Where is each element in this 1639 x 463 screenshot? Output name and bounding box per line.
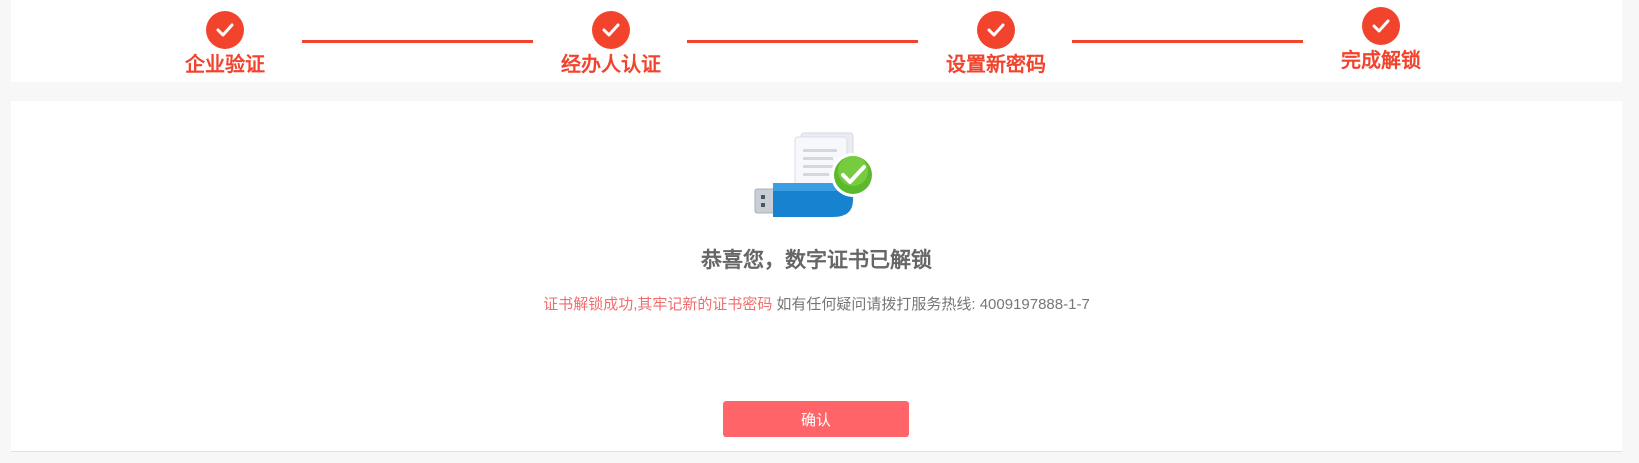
result-message: 证书解锁成功,其牢记新的证书密码 如有任何疑问请拨打服务热线: 400919788… [11,295,1622,315]
step-set-new-password: 设置新密码 [916,11,1076,77]
step-complete-badge [206,11,244,49]
step-operator-authentication: 经办人认证 [531,11,691,77]
success-title: 恭喜您，数字证书已解锁 [701,249,932,272]
step-connector [687,40,918,43]
unlock-success-notice: 证书解锁成功,其牢记新的证书密码 [543,296,773,313]
check-icon [987,23,1005,37]
step-complete-badge [592,11,630,49]
step-complete-badge [1362,7,1400,45]
step-connector [1072,40,1303,43]
step-label: 设置新密码 [946,54,1046,76]
check-icon [216,23,234,37]
step-unlock-complete: 完成解锁 [1301,7,1461,73]
service-hotline-text: 如有任何疑问请拨打服务热线: 4009197888-1-7 [776,296,1090,313]
check-icon [1372,19,1390,33]
step-progress-bar: 企业验证 经办人认证 设置新密码 完成解锁 [11,0,1622,82]
step-label: 经办人认证 [561,54,661,76]
usb-key-certificate-success-icon [754,132,875,217]
check-icon [602,23,620,37]
step-label: 完成解锁 [1341,50,1421,72]
step-complete-badge [977,11,1015,49]
confirm-button[interactable]: 确认 [723,401,909,437]
step-enterprise-verification: 企业验证 [145,11,305,77]
result-panel: 恭喜您，数字证书已解锁 证书解锁成功,其牢记新的证书密码 如有任何疑问请拨打服务热… [11,101,1622,452]
step-label: 企业验证 [185,54,265,76]
step-connector [302,40,533,43]
